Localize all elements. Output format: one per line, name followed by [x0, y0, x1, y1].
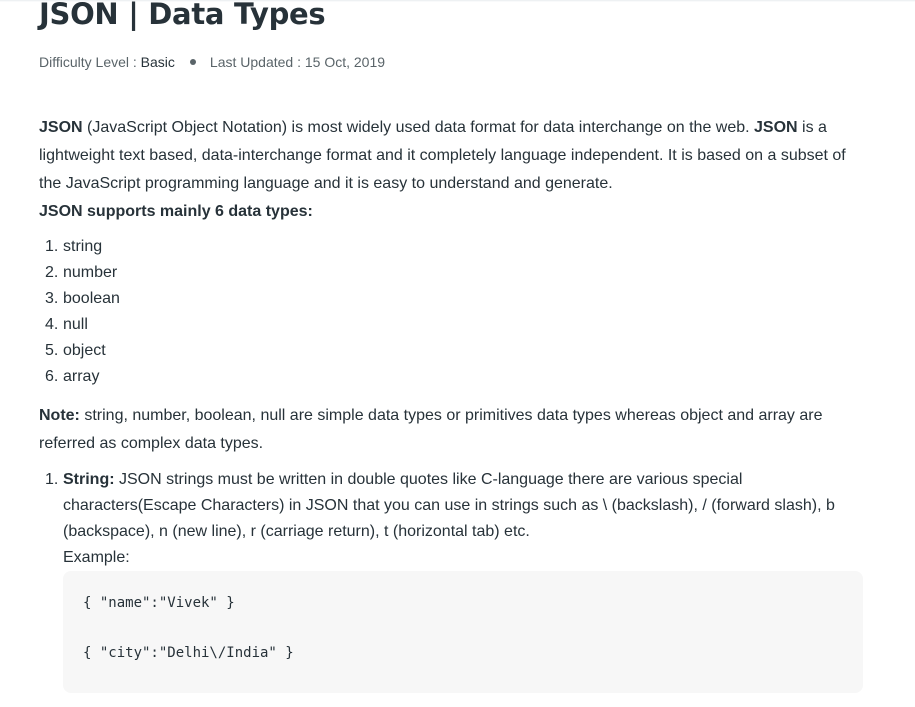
intro-paragraph: JSON (JavaScript Object Notation) is mos… [39, 114, 864, 198]
list-item-label: null [63, 316, 88, 333]
intro-json-term-2: JSON [754, 119, 798, 136]
data-types-list: 1. string 2. number 3. boolean 4. null 5. obj… [39, 234, 864, 390]
example-label: Example: [63, 549, 130, 566]
list-number: 4. [45, 316, 59, 333]
list-number: 5. [45, 342, 59, 359]
difficulty-value[interactable]: Basic [141, 54, 175, 70]
list-item: 3. boolean [39, 286, 864, 312]
note-paragraph: Note: string, number, boolean, null are … [39, 402, 864, 458]
page-title: JSON | Data Types [39, 0, 326, 31]
list-item-label: boolean [63, 290, 120, 307]
intro-json-term: JSON [39, 119, 83, 136]
code-block[interactable]: { "name":"Vivek" } { "city":"Delhi\/Indi… [63, 571, 863, 693]
difficulty-label: Difficulty Level : [39, 54, 137, 70]
list-item: 5. object [39, 338, 864, 364]
code-line: { "city":"Delhi\/India" } [83, 645, 294, 661]
note-text: string, number, boolean, null are simple… [39, 407, 823, 452]
note-label: Note: [39, 407, 80, 424]
intro-text-1: (JavaScript Object Notation) is most wid… [82, 119, 755, 136]
updated-label: Last Updated : [209, 54, 301, 70]
code-line: { "name":"Vivek" } [83, 595, 235, 611]
separator-dot-icon [189, 59, 196, 65]
supports-heading-text: JSON supports mainly 6 data types: [39, 203, 313, 220]
string-label: String: [63, 471, 115, 488]
list-item-label: string [63, 238, 103, 255]
updated-value: 15 Oct, 2019 [304, 54, 386, 70]
article-body: JSON (JavaScript Object Notation) is mos… [39, 114, 864, 693]
list-number: 1. [45, 238, 59, 255]
supports-heading: JSON supports mainly 6 data types: [39, 198, 864, 226]
list-number: 1. [45, 471, 59, 488]
detail-list: 1. String: JSON strings must be written … [39, 467, 864, 693]
list-item-label: array [63, 368, 100, 385]
string-section: 1. String: JSON strings must be written … [39, 467, 864, 693]
list-item: 1. string [39, 234, 864, 260]
string-description: JSON strings must be written in double q… [63, 471, 835, 540]
list-number: 3. [45, 290, 59, 307]
list-item: 4. null [39, 312, 864, 338]
article-meta: Difficulty Level : Basic Last Updated : … [39, 54, 385, 70]
list-item-label: number [63, 264, 118, 281]
list-item-label: object [63, 342, 106, 359]
list-number: 2. [45, 264, 59, 281]
list-number: 6. [45, 368, 59, 385]
list-item: 6. array [39, 364, 864, 390]
list-item: 2. number [39, 260, 864, 286]
